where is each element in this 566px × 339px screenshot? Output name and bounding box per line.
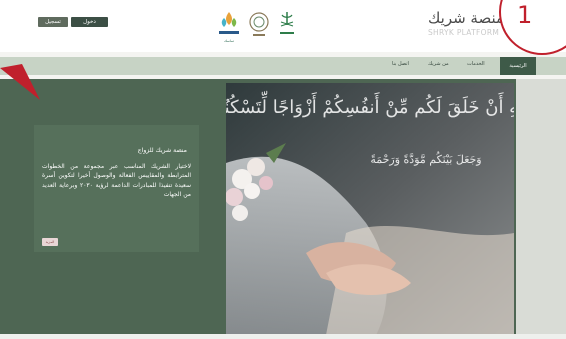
wedding-image: وَمِنْ آيَاتِهِ أَنْ خَلَقَ لَكُم مِّنْ … — [226, 83, 514, 335]
tamasuk-logo: تماسك — [215, 9, 243, 43]
brand-subtitle: SHRYK PLATFORM — [428, 28, 500, 37]
nav-item-contact[interactable]: اتصل بنا — [392, 61, 409, 67]
pointer-arrow-icon — [0, 64, 40, 100]
bottom-bar — [0, 334, 566, 339]
register-button[interactable]: تسجيل — [38, 17, 68, 27]
hero-side-panel — [516, 79, 566, 339]
calligraphy-verse-bottom: وَجَعَلَ بَيْنَكُم مَّوَدَّةً وَرَحْمَةً — [370, 151, 481, 166]
ministry-logo — [276, 9, 298, 41]
card-title: منصة شريك للزواج — [137, 147, 187, 154]
nav-item-services[interactable]: الخدمات — [467, 61, 485, 67]
tamasuk-logo-icon — [219, 12, 239, 34]
login-button[interactable]: دخول — [71, 17, 108, 27]
nav-item-home[interactable]: الرئيسية — [500, 57, 536, 75]
header: تسجيل دخول تماسك منصة شريك SHRYK PLATFOR… — [0, 0, 566, 52]
card-description: لاختيار الشريك المناسب عبر مجموعة من الخ… — [42, 163, 191, 198]
main-nav: الرئيسية الخدمات من شريك اتصل بنا — [0, 57, 566, 75]
tamasuk-caption: تماسك — [224, 39, 234, 43]
more-button[interactable]: المزيد — [42, 238, 58, 246]
association-logo-icon — [249, 12, 269, 36]
page: تسجيل دخول تماسك منصة شريك SHRYK PLATFOR… — [0, 0, 566, 339]
info-card: منصة شريك للزواج لاختيار الشريك المناسب … — [34, 125, 199, 252]
brand-title: منصة شريك — [428, 9, 505, 27]
association-logo — [248, 9, 270, 41]
wedding-photo: وَمِنْ آيَاتِهِ أَنْ خَلَقَ لَكُم مِّنْ … — [226, 83, 514, 335]
nav-item-about[interactable]: من شريك — [428, 61, 449, 67]
annotation-number: 1 — [517, 1, 533, 29]
ministry-logo-icon — [280, 12, 294, 34]
